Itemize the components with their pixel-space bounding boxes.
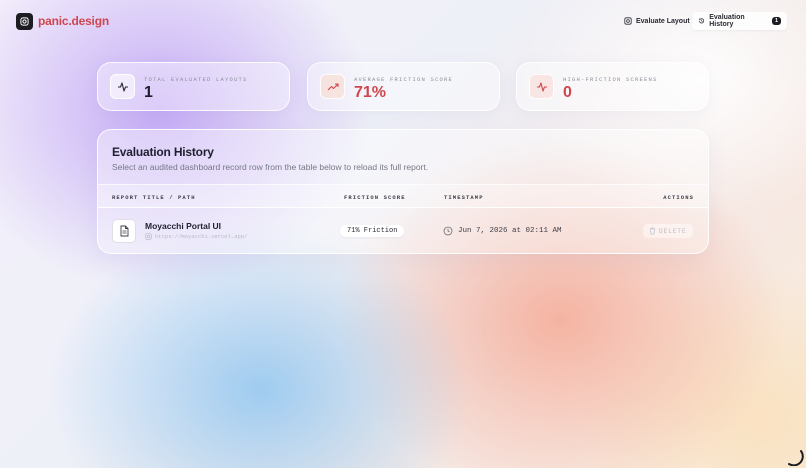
delete-button[interactable]: DELETE [643,224,693,238]
column-header-title: REPORT TITLE / PATH [112,194,196,201]
stat-label: HIGH-FRICTION SCREENS [563,76,658,83]
activity-icon [529,74,554,99]
timestamp: Jun 7, 2026 at 02:11 AM [443,226,562,236]
stat-value: 0 [563,84,572,101]
activity-icon [110,74,135,99]
stat-label: AVERAGE FRICTION SCORE [354,76,454,83]
stat-card-average: AVERAGE FRICTION SCORE 71% [307,62,500,111]
column-header-actions: ACTIONS [663,194,694,201]
evaluation-history-label: Evaluation History [709,14,745,28]
panel-subtitle: Select an audited dashboard record row f… [112,162,429,172]
column-header-timestamp: TIMESTAMP [444,194,484,201]
history-icon [698,18,705,24]
stat-card-high-friction: HIGH-FRICTION SCREENS 0 [516,62,709,111]
camera-icon [624,17,632,25]
panel-title: Evaluation History [112,145,214,159]
stat-value: 1 [144,84,153,101]
camera-icon [145,233,152,240]
table-header: REPORT TITLE / PATH FRICTION SCORE TIMES… [98,184,708,208]
timestamp-text: Jun 7, 2026 at 02:11 AM [458,227,562,235]
friction-score-badge: 71% Friction [340,225,405,237]
logo-icon[interactable] [16,13,33,30]
stat-card-total: TOTAL EVALUATED LAYOUTS 1 [97,62,290,111]
stat-label: TOTAL EVALUATED LAYOUTS [144,76,248,83]
report-title: Moyacchi Portal UI [145,221,222,231]
evaluation-history-button[interactable]: Evaluation History 1 [692,12,787,30]
report-url: https://moyacchi.vercel.app/ [145,233,247,240]
brand-name[interactable]: panic.design [38,14,109,28]
loading-spinner-icon [788,450,804,466]
evaluate-layout-button[interactable]: Evaluate Layout [618,12,696,30]
column-header-score: FRICTION SCORE [344,194,406,201]
history-count-badge: 1 [771,17,781,25]
trash-icon [649,227,656,235]
delete-label: DELETE [659,227,687,235]
trending-up-icon [320,74,345,99]
clock-icon [443,226,453,236]
evaluation-history-panel: Evaluation History Select an audited das… [97,129,709,254]
stat-value: 71% [354,84,387,101]
report-url-text: https://moyacchi.vercel.app/ [155,233,248,240]
document-icon [112,219,136,243]
evaluate-layout-label: Evaluate Layout [636,17,690,25]
